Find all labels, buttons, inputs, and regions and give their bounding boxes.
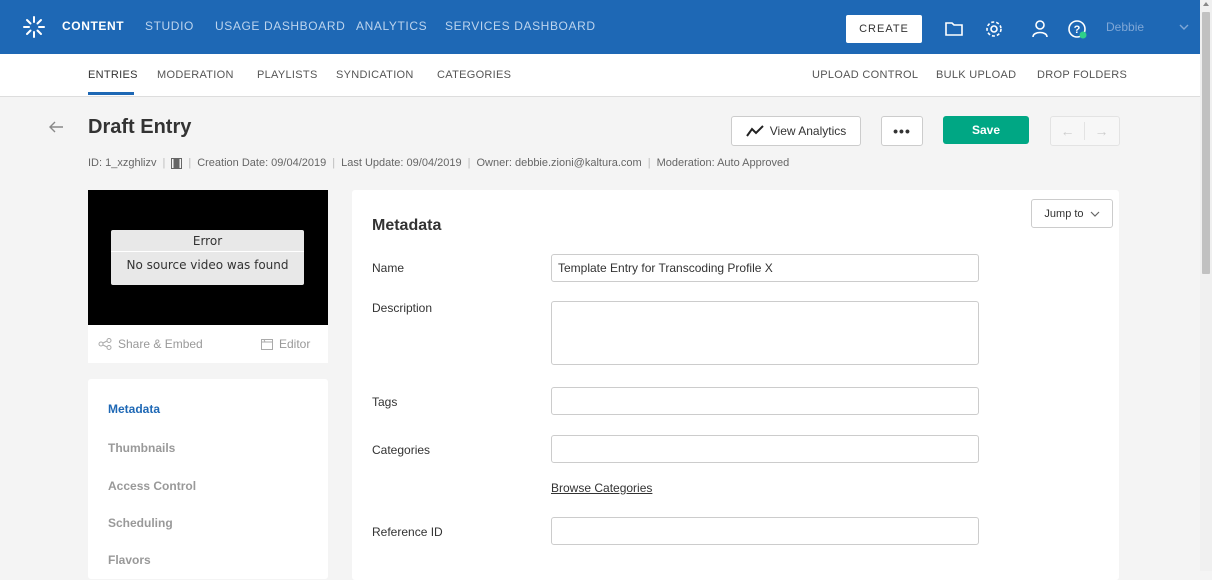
scroll-up-arrow-icon[interactable]: [1203, 2, 1209, 6]
sidebar-item-scheduling[interactable]: Scheduling: [108, 516, 173, 530]
section-title: Metadata: [372, 217, 442, 234]
description-textarea[interactable]: [551, 301, 979, 365]
error-divider: [111, 251, 304, 252]
user-name[interactable]: Debbie: [1106, 20, 1144, 34]
video-player[interactable]: Error No source video was found: [88, 190, 328, 325]
page-title: Draft Entry: [88, 116, 192, 138]
entry-id: ID: 1_xzghlizv: [88, 157, 157, 169]
reference-id-label: Reference ID: [372, 525, 443, 539]
sub-nav-bar: ENTRIES MODERATION PLAYLISTS SYNDICATION…: [0, 54, 1200, 97]
subnav-syndication[interactable]: SYNDICATION: [336, 69, 414, 81]
share-icon: [98, 338, 112, 350]
owner: Owner: debbie.zioni@kaltura.com: [476, 157, 642, 169]
jump-to-dropdown[interactable]: Jump to: [1031, 199, 1113, 228]
entry-pager: ← →: [1050, 116, 1120, 146]
topnav-content[interactable]: CONTENT: [62, 19, 124, 33]
sidebar-item-flavors[interactable]: Flavors: [108, 553, 151, 567]
share-embed-label: Share & Embed: [118, 337, 203, 351]
error-message: No source video was found: [126, 258, 289, 272]
editor-icon: [261, 339, 273, 350]
view-analytics-label: View Analytics: [769, 124, 847, 138]
page-scrollbar[interactable]: [1200, 0, 1212, 571]
section-sidebar: Metadata Thumbnails Access Control Sched…: [88, 379, 328, 579]
prev-entry-button[interactable]: ←: [1051, 117, 1084, 145]
top-nav-bar: CONTENT STUDIO USAGE DASHBOARD ANALYTICS…: [0, 0, 1200, 54]
more-actions-button[interactable]: •••: [881, 116, 923, 146]
tags-label: Tags: [372, 395, 398, 409]
scroll-thumb[interactable]: [1202, 12, 1210, 274]
create-button[interactable]: CREATE: [846, 15, 922, 43]
reference-id-input[interactable]: [551, 517, 979, 545]
player-error-box: Error No source video was found: [111, 230, 304, 285]
sidebar-item-thumbnails[interactable]: Thumbnails: [108, 441, 175, 455]
sidebar-item-access-control[interactable]: Access Control: [108, 479, 196, 493]
svg-text:?: ?: [1074, 24, 1081, 36]
meta-divider: |: [467, 157, 471, 169]
subnav-drop-folders[interactable]: DROP FOLDERS: [1037, 69, 1127, 81]
back-arrow-icon[interactable]: [48, 120, 64, 134]
meta-divider: |: [188, 157, 192, 169]
categories-input[interactable]: [551, 435, 979, 463]
tags-input[interactable]: [551, 387, 979, 415]
user-icon[interactable]: [1030, 19, 1050, 39]
player-actions-bar: Share & Embed Editor: [88, 325, 328, 363]
save-button[interactable]: Save: [943, 116, 1029, 144]
gear-icon[interactable]: [984, 19, 1004, 39]
description-label: Description: [372, 301, 433, 315]
meta-divider: |: [332, 157, 336, 169]
topnav-usage-dashboard[interactable]: USAGE DASHBOARD: [215, 19, 345, 33]
kaltura-logo-icon[interactable]: [22, 15, 46, 39]
help-icon[interactable]: ?: [1067, 19, 1087, 39]
chart-line-icon: [745, 125, 764, 137]
folder-icon[interactable]: [944, 19, 964, 39]
subnav-categories[interactable]: CATEGORIES: [437, 69, 511, 81]
moderation-status: Moderation: Auto Approved: [656, 157, 790, 169]
creation-date: Creation Date: 09/04/2019: [197, 157, 327, 169]
error-title: Error: [192, 234, 223, 248]
name-input[interactable]: [551, 254, 979, 282]
subnav-bulk-upload[interactable]: BULK UPLOAD: [936, 69, 1016, 81]
chevron-down-icon: [1090, 211, 1099, 217]
subnav-playlists[interactable]: PLAYLISTS: [257, 69, 318, 81]
metadata-panel: Jump to Metadata Name Description Tags C…: [352, 190, 1119, 580]
chevron-down-icon[interactable]: [1178, 21, 1190, 33]
editor-button[interactable]: Editor: [261, 337, 310, 351]
meta-divider: |: [162, 157, 166, 169]
subnav-moderation[interactable]: MODERATION: [157, 69, 234, 81]
view-analytics-button[interactable]: View Analytics: [731, 116, 861, 146]
entry-meta-line: ID: 1_xzghlizv | | Creation Date: 09/04/…: [88, 157, 789, 169]
topnav-analytics[interactable]: ANALYTICS: [356, 19, 427, 33]
topnav-services-dashboard[interactable]: SERVICES DASHBOARD: [445, 19, 596, 33]
video-type-icon: [171, 157, 183, 169]
next-entry-button[interactable]: →: [1085, 117, 1118, 145]
subnav-entries[interactable]: ENTRIES: [88, 69, 138, 81]
active-tab-indicator: [88, 92, 134, 95]
share-embed-button[interactable]: Share & Embed: [98, 337, 203, 351]
jump-to-label: Jump to: [1044, 207, 1084, 220]
subnav-upload-control[interactable]: UPLOAD CONTROL: [812, 69, 918, 81]
browse-categories-link[interactable]: Browse Categories: [551, 481, 652, 495]
editor-label: Editor: [279, 337, 311, 351]
name-label: Name: [372, 261, 405, 275]
topnav-studio[interactable]: STUDIO: [145, 19, 194, 33]
categories-label: Categories: [372, 443, 431, 457]
sidebar-item-metadata[interactable]: Metadata: [108, 402, 160, 416]
last-update: Last Update: 09/04/2019: [341, 157, 462, 169]
meta-divider: |: [647, 157, 651, 169]
